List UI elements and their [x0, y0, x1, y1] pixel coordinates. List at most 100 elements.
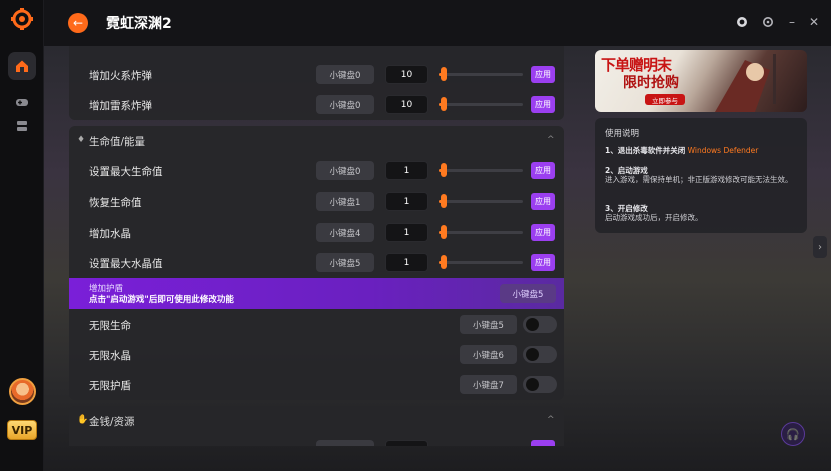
promo-cta[interactable]: 立即参与 [645, 94, 685, 105]
app-logo-icon[interactable] [11, 8, 33, 30]
gear-icon [763, 17, 773, 27]
cheat-panel: 增加火系炸弹 小键盘0 10 应用 增加雷系炸弹 小键盘0 10 应用 ♦ 生命… [69, 46, 564, 446]
apply-button[interactable]: 应用 [531, 224, 555, 241]
support-button[interactable]: 🎧 [781, 422, 805, 446]
value-slider[interactable] [439, 200, 523, 203]
gamepad-icon [16, 99, 28, 106]
headset-icon: 🎧 [786, 427, 800, 441]
drop-icon: ♦ [77, 135, 86, 145]
apply-button[interactable]: 应用 [531, 96, 555, 113]
arrow-left-icon: ← [72, 16, 84, 30]
minimize-icon: – [789, 15, 795, 29]
slider-thumb[interactable] [441, 67, 447, 81]
value-input[interactable]: 10 [385, 95, 428, 114]
hotkey-button[interactable]: 小键盘0 [316, 95, 374, 114]
hotkey-button[interactable]: 小键盘6 [460, 345, 517, 364]
chevron-up-icon[interactable]: ^ [547, 415, 555, 425]
apply-button[interactable]: 应用 [531, 162, 555, 179]
cheat-row: 恢复生命值 小键盘1 1 应用 [69, 186, 564, 217]
hotkey-button[interactable]: 小键盘5 [500, 284, 556, 303]
step-3-body: 启动游戏成功后，开启修改。 [605, 213, 703, 222]
database-icon [17, 121, 27, 131]
hotkey-button[interactable]: 小键盘1 [316, 192, 374, 211]
section-title: 金钱/资源 [89, 416, 135, 428]
toggle-switch[interactable] [523, 316, 557, 333]
chevron-up-icon[interactable]: ^ [547, 135, 555, 145]
title-bar: ← 霓虹深渊2 – ✕ [44, 0, 831, 46]
section-header-money[interactable]: ✋ 金钱/资源 ^ [69, 406, 564, 436]
hotkey-button[interactable]: 小键盘7 [460, 375, 517, 394]
cheat-label: 设置最大生命值 [89, 166, 163, 178]
expand-side-button[interactable]: › [813, 236, 827, 258]
step-1-text: 1、退出杀毒软件并关闭 [605, 146, 686, 155]
instructions-title: 使用说明 [605, 129, 640, 139]
apply-button[interactable]: 应用 [531, 254, 555, 271]
slider-thumb[interactable] [441, 97, 447, 111]
value-slider[interactable] [439, 231, 523, 234]
slider-thumb[interactable] [441, 163, 447, 177]
locked-hint: 点击"启动游戏"后即可使用此修改功能 [89, 295, 234, 305]
value-input[interactable]: 1 [385, 161, 428, 180]
hotkey-button[interactable]: 小键盘4 [316, 223, 374, 242]
promo-banner[interactable]: 下单赠明末 限时抢购 立即参与 [595, 50, 807, 112]
cheat-label: 无限护盾 [89, 380, 131, 392]
slider-thumb[interactable] [441, 225, 447, 239]
cheat-row: 设置最大水晶值 小键盘5 1 应用 [69, 247, 564, 278]
rail-home-button[interactable] [8, 52, 36, 80]
close-icon: ✕ [808, 15, 820, 29]
back-button[interactable]: ← [68, 13, 88, 33]
value-slider[interactable] [439, 169, 523, 172]
hotkey-button[interactable]: 小键盘5 [316, 253, 374, 272]
toggle-row: 无限水晶 小键盘6 [69, 339, 564, 370]
toggle-switch[interactable] [523, 346, 557, 363]
toggle-row: 无限生命 小键盘5 [69, 309, 564, 340]
cheat-label: 恢复生命值 [89, 197, 142, 209]
rail-storage-button[interactable] [8, 112, 36, 140]
home-icon [16, 60, 28, 72]
hotkey-button[interactable]: 小键盘0 [316, 65, 374, 84]
hotkey-button[interactable]: 小键盘0 [316, 161, 374, 180]
settings-button[interactable] [760, 14, 776, 30]
step-1-accent: Windows Defender [687, 146, 759, 155]
vip-badge[interactable]: VIP [7, 420, 37, 440]
minimize-button[interactable]: – [784, 14, 800, 30]
hotkey-button[interactable] [316, 440, 374, 446]
cheat-label: 增加雷系炸弹 [89, 100, 152, 112]
toggle-switch[interactable] [523, 376, 557, 393]
cheat-label: 增加火系炸弹 [89, 70, 152, 82]
apply-button[interactable]: 应用 [531, 193, 555, 210]
locked-cheat-row[interactable]: 增加护盾 点击"启动游戏"后即可使用此修改功能 小键盘5 [69, 278, 564, 309]
instruction-step-1: 1、退出杀毒软件并关闭 Windows Defender [605, 146, 797, 156]
cheat-row: 增加水晶 小键盘4 1 应用 [69, 217, 564, 248]
close-button[interactable]: ✕ [806, 14, 822, 30]
user-avatar[interactable] [9, 378, 36, 405]
section-title: 生命值/能量 [89, 136, 146, 148]
cheat-label: 无限生命 [89, 320, 131, 332]
value-input[interactable] [385, 440, 428, 446]
value-slider[interactable] [439, 261, 523, 264]
slider-thumb[interactable] [441, 255, 447, 269]
hand-icon: ✋ [77, 415, 89, 425]
cheat-label: 设置最大水晶值 [89, 258, 163, 270]
promo-line2: 限时抢购 [623, 75, 679, 91]
step-2-body: 进入游戏，需保持单机；非正版游戏修改可能无法生效。 [605, 175, 793, 184]
value-input[interactable]: 1 [385, 223, 428, 242]
profile-button[interactable] [734, 14, 750, 30]
apply-button[interactable]: 应用 [531, 66, 555, 83]
cheat-row: 设置最大生命值 小键盘0 1 应用 [69, 155, 564, 186]
apply-button[interactable] [531, 440, 555, 446]
left-rail: VIP [0, 0, 44, 471]
cheat-label: 无限水晶 [89, 350, 131, 362]
value-input[interactable]: 10 [385, 65, 428, 84]
section-header-life[interactable]: ♦ 生命值/能量 ^ [69, 126, 564, 156]
value-slider[interactable] [439, 73, 523, 76]
slider-thumb[interactable] [441, 194, 447, 208]
cheat-row: 增加雷系炸弹 小键盘0 10 应用 [69, 89, 564, 120]
hotkey-button[interactable]: 小键盘5 [460, 315, 517, 334]
value-input[interactable]: 1 [385, 253, 428, 272]
cheat-row: 增加火系炸弹 小键盘0 10 应用 [69, 59, 564, 90]
value-input[interactable]: 1 [385, 192, 428, 211]
chevron-right-icon: › [818, 241, 822, 253]
user-circle-icon [737, 17, 747, 27]
value-slider[interactable] [439, 103, 523, 106]
